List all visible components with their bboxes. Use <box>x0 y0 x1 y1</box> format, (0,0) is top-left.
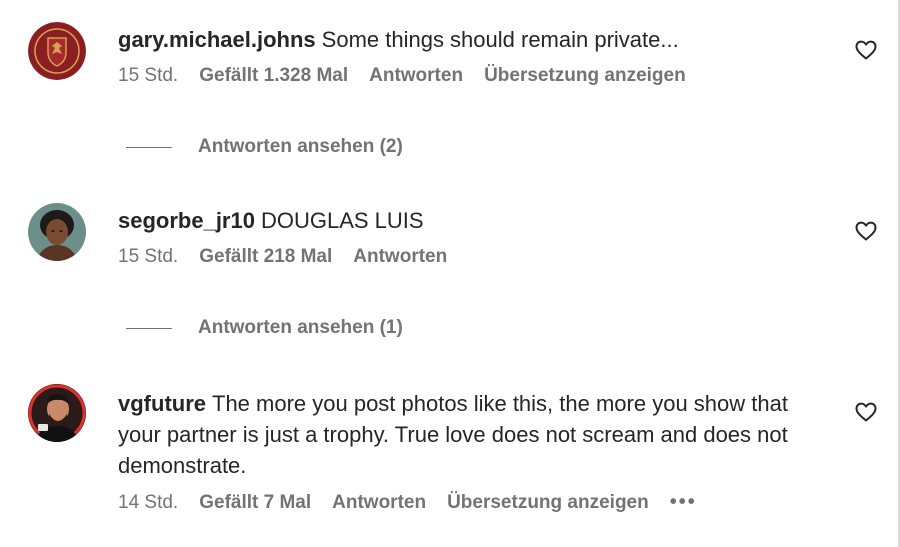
like-button[interactable] <box>854 400 878 424</box>
like-count[interactable]: Gefällt 1.328 Mal <box>199 65 348 87</box>
like-count[interactable]: Gefällt 218 Mal <box>199 246 332 268</box>
comment-content: Some things should remain private... <box>321 27 679 52</box>
profile-photo-avatar-image <box>28 384 86 442</box>
view-replies-label: Antworten ansehen (2) <box>198 136 403 157</box>
like-button[interactable] <box>854 219 878 243</box>
view-replies-label: Antworten ansehen (1) <box>198 317 403 338</box>
timestamp[interactable]: 15 Std. <box>118 65 178 87</box>
translate-button[interactable]: Übersetzung anzeigen <box>447 492 649 514</box>
comment-body: vgfuture The more you post photos like th… <box>118 388 798 514</box>
comment-meta: 15 Std. Gefällt 218 Mal Antworten <box>118 246 468 268</box>
replies-divider <box>126 146 172 148</box>
comment-meta: 15 Std. Gefällt 1.328 Mal Antworten Über… <box>118 65 707 87</box>
more-options-icon[interactable]: ••• <box>670 491 697 514</box>
comment-content: The more you post photos like this, the … <box>118 391 788 478</box>
like-count[interactable]: Gefällt 7 Mal <box>199 492 311 514</box>
timestamp[interactable]: 15 Std. <box>118 246 178 268</box>
crest-avatar-image <box>28 22 86 80</box>
reply-button[interactable]: Antworten <box>332 492 426 514</box>
comment-meta: 14 Std. Gefällt 7 Mal Antworten Übersetz… <box>118 491 798 514</box>
comment-text: segorbe_jr10 DOUGLAS LUIS <box>118 205 468 236</box>
timestamp[interactable]: 14 Std. <box>118 492 178 514</box>
replies-divider <box>126 327 172 329</box>
comment-text: vgfuture The more you post photos like th… <box>118 388 798 481</box>
avatar[interactable] <box>28 384 86 442</box>
translate-button[interactable]: Übersetzung anzeigen <box>484 65 686 87</box>
like-button[interactable] <box>854 38 878 62</box>
heart-outline-icon <box>855 402 877 422</box>
comment-text: gary.michael.johns Some things should rem… <box>118 24 707 55</box>
username[interactable]: segorbe_jr10 <box>118 208 255 233</box>
comment-content: DOUGLAS LUIS <box>260 208 424 233</box>
heart-outline-icon <box>855 221 877 241</box>
username[interactable]: gary.michael.johns <box>118 27 316 52</box>
view-replies-button[interactable]: Antworten ansehen (1) <box>126 317 403 339</box>
username[interactable]: vgfuture <box>118 391 206 416</box>
view-replies-button[interactable]: Antworten ansehen (2) <box>126 136 403 158</box>
comment-body: gary.michael.johns Some things should rem… <box>118 24 707 87</box>
avatar[interactable] <box>28 22 86 80</box>
reply-button[interactable]: Antworten <box>353 246 447 268</box>
reply-button[interactable]: Antworten <box>369 65 463 87</box>
comment-body: segorbe_jr10 DOUGLAS LUIS 15 Std. Gefällt… <box>118 205 468 268</box>
heart-outline-icon <box>855 40 877 60</box>
avatar[interactable] <box>28 203 86 261</box>
profile-photo-avatar-image <box>28 203 86 261</box>
